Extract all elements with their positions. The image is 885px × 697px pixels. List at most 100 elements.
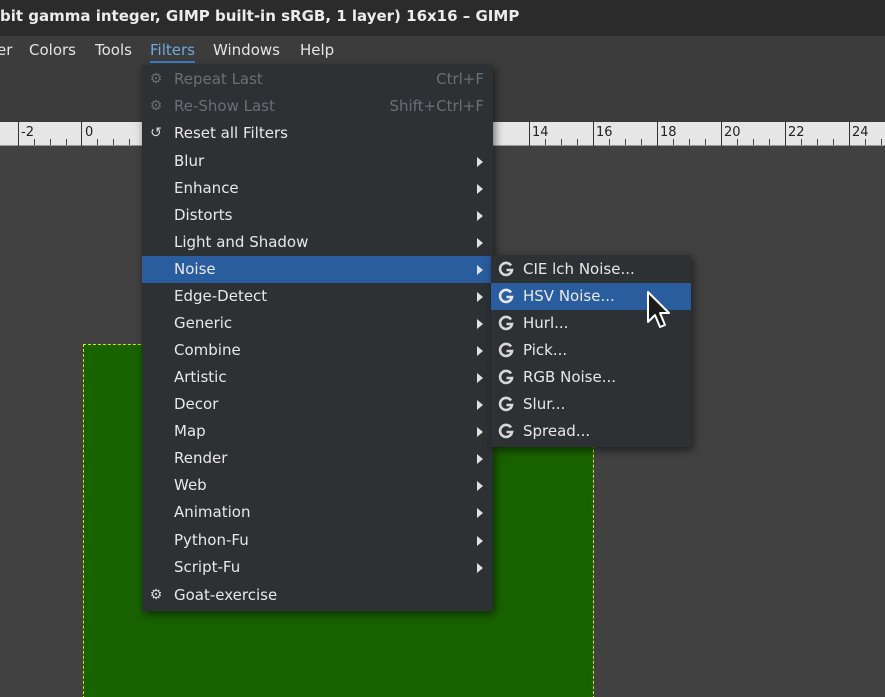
menu-item-label: Enhance [174,179,239,197]
menu-item-web[interactable]: Web [142,472,493,499]
submenu-arrow-icon [477,265,483,275]
menu-item-label: HSV Noise... [523,287,615,305]
menu-item-repeat-last[interactable]: ⚙ Repeat Last Ctrl+F [142,66,493,93]
submenu-arrow-icon [477,184,483,194]
menu-layer[interactable]: er [0,41,12,59]
submenu-arrow-icon [477,481,483,491]
menu-item-label: Map [174,422,206,440]
menu-item-label: Animation [174,503,251,521]
menu-windows[interactable]: Windows [213,41,280,59]
ruler-label: -2 [21,125,34,140]
menu-item-combine[interactable]: Combine [142,337,493,364]
ruler-label: 18 [660,125,677,140]
submenu-arrow-icon [477,157,483,167]
menu-item-label: Decor [174,395,219,413]
submenu-arrow-icon [477,563,483,573]
submenu-arrow-icon [477,454,483,464]
reset-icon: ↺ [150,125,162,141]
menu-help[interactable]: Help [300,41,334,59]
menu-item-slur[interactable]: Slur... [491,391,691,418]
gear-icon: ⚙ [149,587,163,603]
menu-item-label: Web [174,476,207,494]
menu-item-script-fu[interactable]: Script-Fu [142,554,493,581]
menu-item-goat-exercise[interactable]: ⚙ Goat-exercise [142,582,493,609]
menu-item-label: Hurl... [523,314,569,332]
gegl-icon [498,423,514,439]
menu-item-label: Script-Fu [174,558,241,576]
menu-item-generic[interactable]: Generic [142,310,493,337]
menu-item-rgb-noise[interactable]: RGB Noise... [491,364,691,391]
ruler-label: 24 [852,125,869,140]
menu-item-label: Combine [174,341,241,359]
menu-item-label: CIE lch Noise... [523,260,635,278]
menu-colors[interactable]: Colors [29,41,76,59]
noise-submenu: CIE lch Noise... HSV Noise... Hurl... Pi… [491,255,691,447]
menu-item-reshow-last[interactable]: ⚙ Re-Show Last Shift+Ctrl+F [142,93,493,120]
gegl-icon [498,288,514,304]
menu-item-label: Blur [174,152,205,170]
menu-item-pick[interactable]: Pick... [491,337,691,364]
gegl-icon [498,396,514,412]
menu-item-label: Slur... [523,395,566,413]
menu-item-label: Light and Shadow [174,233,309,251]
gegl-icon [498,315,514,331]
submenu-arrow-icon [477,427,483,437]
menu-item-spread[interactable]: Spread... [491,418,691,445]
gear-icon: ⚙ [149,71,163,87]
menu-item-label: Re-Show Last [174,97,275,115]
menu-bar: er Colors Tools Filters Windows Help [0,36,885,64]
menu-item-edge-detect[interactable]: Edge-Detect [142,283,493,310]
submenu-arrow-icon [477,238,483,248]
menu-item-label: Reset all Filters [174,124,288,142]
submenu-arrow-icon [477,400,483,410]
submenu-arrow-icon [477,211,483,221]
menu-item-reset-all-filters[interactable]: ↺ Reset all Filters [142,120,493,147]
menu-item-label: Python-Fu [174,531,249,549]
ruler-label: 22 [788,125,805,140]
menu-item-blur[interactable]: Blur [142,148,493,175]
menu-item-label: Goat-exercise [174,586,278,604]
menu-item-label: Render [174,449,228,467]
menu-item-label: Artistic [174,368,227,386]
ruler-label: 20 [724,125,741,140]
menu-item-noise[interactable]: Noise [142,256,493,283]
title-bar: bit gamma integer, GIMP built-in sRGB, 1… [0,0,885,36]
submenu-arrow-icon [477,292,483,302]
gegl-icon [498,261,514,277]
menu-item-label: Repeat Last [174,70,263,88]
ruler-label: 16 [596,125,613,140]
ruler-label: 0 [85,125,94,140]
menu-item-label: RGB Noise... [523,368,617,386]
menu-item-label: Edge-Detect [174,287,268,305]
menu-item-label: Spread... [523,422,591,440]
menu-item-enhance[interactable]: Enhance [142,175,493,202]
menu-tools[interactable]: Tools [95,41,132,59]
menu-item-label: Pick... [523,341,568,359]
menu-item-light-and-shadow[interactable]: Light and Shadow [142,229,493,256]
menu-item-label: Noise [174,260,216,278]
menu-item-artistic[interactable]: Artistic [142,364,493,391]
menu-item-label: Generic [174,314,233,332]
ruler-label: 14 [532,125,549,140]
submenu-arrow-icon [477,508,483,518]
menu-item-decor[interactable]: Decor [142,391,493,418]
menu-filters[interactable]: Filters [150,41,195,63]
gegl-icon [498,342,514,358]
reshow-icon: ⚙ [149,98,163,114]
menu-item-distorts[interactable]: Distorts [142,202,493,229]
menu-item-label: Distorts [174,206,233,224]
filters-menu: ⚙ Repeat Last Ctrl+F ⚙ Re-Show Last Shif… [142,65,493,611]
menu-item-render[interactable]: Render [142,445,493,472]
submenu-arrow-icon [477,346,483,356]
menu-item-accel: Ctrl+F [436,70,484,88]
submenu-arrow-icon [477,536,483,546]
menu-item-cie-lch-noise[interactable]: CIE lch Noise... [491,256,691,283]
gegl-icon [498,369,514,385]
menu-item-accel: Shift+Ctrl+F [389,97,484,115]
submenu-arrow-icon [477,373,483,383]
mouse-cursor-icon [647,291,670,328]
menu-item-map[interactable]: Map [142,418,493,445]
menu-item-python-fu[interactable]: Python-Fu [142,527,493,554]
submenu-arrow-icon [477,319,483,329]
menu-item-animation[interactable]: Animation [142,499,493,526]
